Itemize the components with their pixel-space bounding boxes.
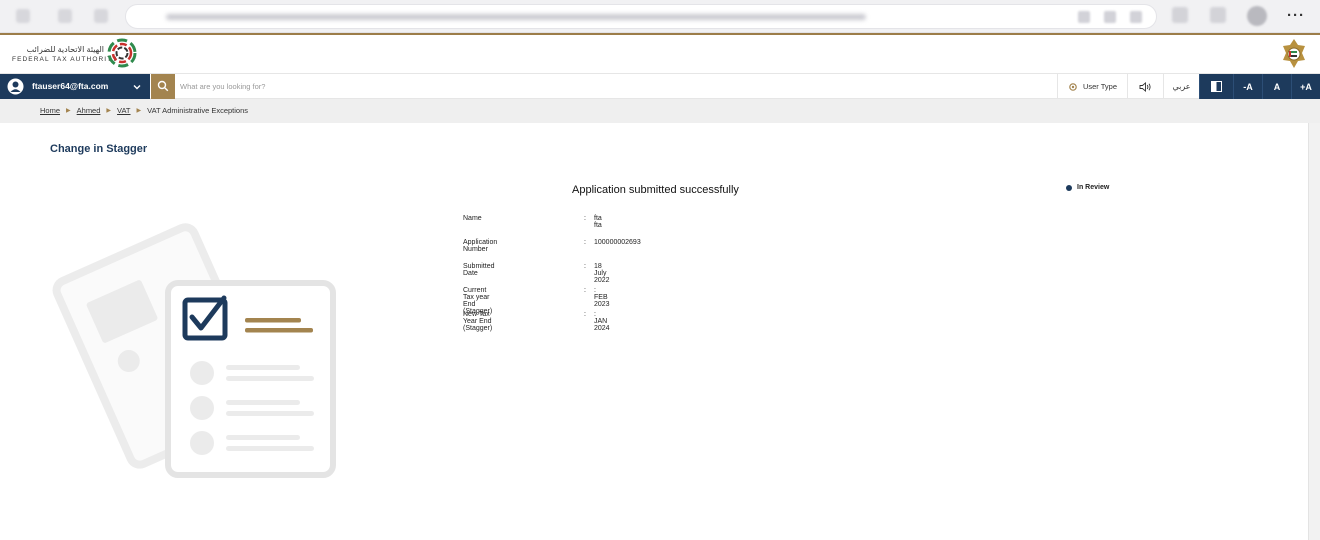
contrast-icon [1211, 81, 1222, 92]
detail-value: 100000002693 [594, 239, 641, 246]
detail-label: Application Number [463, 239, 498, 253]
breadcrumb-bar: Home ▶ Ahmed ▶ VAT ▶ VAT Administrative … [0, 99, 1320, 123]
uae-emblem-icon [1283, 39, 1305, 68]
top-navbar: ftauser64@fta.com User Type عربي [0, 73, 1320, 99]
accessibility-toolbar: User Type عربي -A A +A [1057, 74, 1320, 99]
detail-colon: : [584, 215, 586, 222]
contrast-toggle[interactable] [1199, 74, 1233, 99]
org-name-arabic: الهيئة الاتحادية للضرائب [26, 45, 104, 54]
address-bar-url [166, 14, 866, 20]
user-type-label: User Type [1082, 82, 1118, 91]
user-avatar-icon [7, 78, 24, 95]
forward-icon[interactable] [58, 9, 72, 23]
speaker-icon [1139, 81, 1151, 92]
user-menu[interactable]: ftauser64@fta.com [0, 74, 150, 99]
search-icon [157, 80, 169, 92]
back-icon[interactable] [16, 9, 30, 23]
detail-value: : JAN 2024 [594, 311, 610, 332]
font-increase-button[interactable]: +A [1291, 74, 1320, 99]
detail-colon: : [584, 287, 586, 294]
status-dot-icon [1066, 184, 1072, 191]
page-title: Change in Stagger [50, 143, 148, 155]
fta-logo-icon[interactable] [106, 37, 138, 69]
browser-toolbar: ··· [0, 0, 1320, 33]
breadcrumb-vat[interactable]: VAT [117, 106, 130, 115]
language-toggle[interactable]: عربي [1163, 74, 1199, 99]
extension-icon[interactable] [1130, 11, 1142, 23]
breadcrumb-separator-icon: ▶ [66, 108, 71, 114]
breadcrumb-home[interactable]: Home [40, 106, 60, 115]
more-menu-icon[interactable]: ··· [1287, 7, 1305, 24]
address-bar[interactable] [125, 4, 1157, 29]
user-email: ftauser64@fta.com [32, 81, 109, 91]
detail-value: fta fta [594, 215, 602, 229]
main-content: Change in Stagger Application submitted … [0, 123, 1308, 540]
breadcrumb-current: VAT Administrative Exceptions [147, 106, 249, 115]
font-decrease-button[interactable]: -A [1233, 74, 1262, 99]
share-icon[interactable] [1078, 11, 1090, 23]
success-message: Application submitted successfully [572, 184, 739, 196]
search-button[interactable] [151, 74, 175, 99]
breadcrumb-separator-icon: ▶ [136, 108, 142, 114]
detail-label: Submitted Date [463, 263, 495, 277]
collections-icon[interactable] [1210, 7, 1226, 23]
downloads-icon[interactable] [1172, 7, 1188, 23]
breadcrumb: Home ▶ Ahmed ▶ VAT ▶ VAT Administrative … [40, 106, 248, 115]
fta-logo-text[interactable]: الهيئة الاتحادية للضرائب FEDERAL TAX AUT… [12, 45, 118, 63]
detail-value: : FEB 2023 [594, 287, 610, 308]
refresh-icon[interactable] [94, 9, 108, 23]
detail-value: 18 July 2022 [594, 263, 610, 284]
detail-colon: : [584, 263, 586, 270]
address-bar-icons [1078, 11, 1142, 23]
status-label: In Review [1077, 184, 1110, 191]
status-badge: In Review [1066, 184, 1109, 191]
bookmark-icon[interactable] [1104, 11, 1116, 23]
user-type-button[interactable]: User Type [1057, 74, 1127, 99]
org-name-english: FEDERAL TAX AUTHORITY [12, 56, 118, 63]
application-document-illustration-icon [52, 223, 336, 478]
chevron-down-icon [133, 85, 141, 90]
search-input[interactable] [180, 78, 880, 95]
detail-label: New Tax Year End (Stagger) [463, 311, 493, 332]
detail-colon: : [584, 311, 586, 318]
font-reset-button[interactable]: A [1262, 74, 1291, 99]
audio-button[interactable] [1127, 74, 1163, 99]
detail-label: Name [463, 215, 482, 222]
detail-colon: : [584, 239, 586, 246]
breadcrumb-ahmed[interactable]: Ahmed [77, 106, 101, 115]
site-header: الهيئة الاتحادية للضرائب FEDERAL TAX AUT… [0, 35, 1320, 73]
vertical-scrollbar[interactable] [1308, 123, 1320, 540]
breadcrumb-separator-icon: ▶ [106, 108, 112, 114]
profile-avatar[interactable] [1247, 6, 1267, 26]
browser-actions [1172, 7, 1226, 23]
gear-icon [1069, 82, 1077, 91]
